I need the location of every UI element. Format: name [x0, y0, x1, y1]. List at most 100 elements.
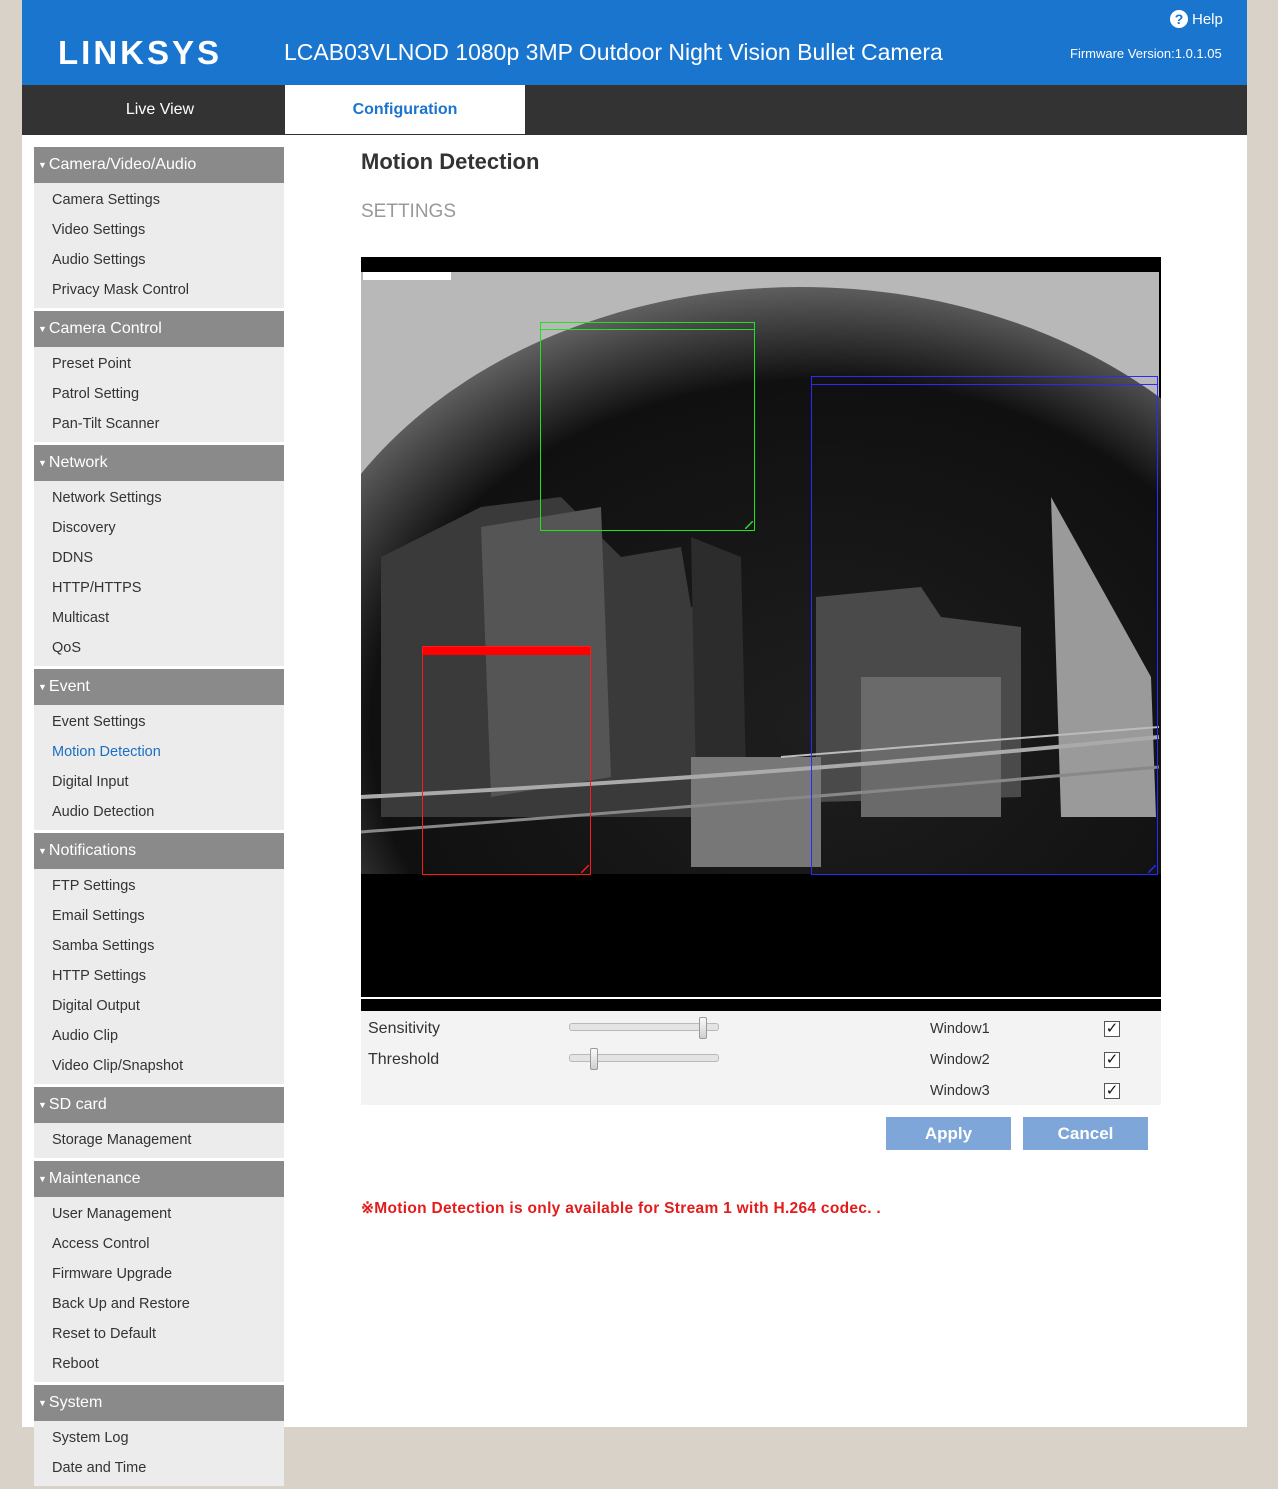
- sidebar-item[interactable]: Digital Input: [34, 767, 284, 797]
- tab-configuration[interactable]: Configuration: [285, 85, 525, 134]
- sidebar-section-title: Camera Control: [48, 320, 162, 337]
- window2-checkbox[interactable]: ✓: [1104, 1052, 1120, 1068]
- threshold-slider[interactable]: [569, 1048, 719, 1070]
- sidebar-section-header[interactable]: ▼ Network: [34, 445, 284, 481]
- section-label: SETTINGS: [361, 201, 457, 222]
- sensitivity-slider-thumb[interactable]: [699, 1017, 707, 1039]
- sidebar: ▼ Camera/Video/Audio Camera Settings Video …: [34, 147, 284, 1489]
- tab-bar: Live View Configuration: [22, 85, 1247, 135]
- sidebar-item[interactable]: Video Clip/Snapshot: [34, 1051, 284, 1081]
- motion-controls-panel: Sensitivity Threshold Window1 Window2 Wi…: [361, 1011, 1161, 1105]
- sensitivity-label: Sensitivity: [368, 1020, 441, 1037]
- sidebar-item[interactable]: Video Settings: [34, 215, 284, 245]
- sidebar-section-title: Network: [48, 454, 108, 471]
- sidebar-item[interactable]: Date and Time: [34, 1453, 284, 1483]
- firmware-version: Firmware Version:1.0.1.05: [1070, 46, 1222, 61]
- sidebar-item[interactable]: Privacy Mask Control: [34, 275, 284, 305]
- sidebar-section-items: System Log Date and Time: [34, 1421, 284, 1486]
- sidebar-section-title: Event: [48, 678, 90, 695]
- sidebar-item[interactable]: Preset Point: [34, 349, 284, 379]
- sidebar-item[interactable]: Storage Management: [34, 1125, 284, 1155]
- caret-down-icon: ▼: [38, 160, 47, 170]
- sidebar-section-items: Event Settings Motion Detection Digital In…: [34, 705, 284, 830]
- threshold-slider-thumb[interactable]: [590, 1048, 598, 1070]
- sidebar-section-title: Camera/Video/Audio: [48, 156, 197, 173]
- sidebar-item[interactable]: Discovery: [34, 513, 284, 543]
- window1-checkbox[interactable]: ✓: [1104, 1021, 1120, 1037]
- motion-window-3[interactable]: [422, 646, 591, 875]
- sidebar-item[interactable]: DDNS: [34, 543, 284, 573]
- sidebar-item[interactable]: System Log: [34, 1423, 284, 1453]
- sidebar-section-header[interactable]: ▼ System: [34, 1385, 284, 1421]
- caret-down-icon: ▼: [38, 1398, 47, 1408]
- sidebar-section-items: User Management Access Control Firmware Up…: [34, 1197, 284, 1382]
- tab-live-view[interactable]: Live View: [40, 85, 280, 134]
- sidebar-item[interactable]: Back Up and Restore: [34, 1289, 284, 1319]
- sidebar-section-items: Preset Point Patrol Setting Pan-Tilt Scann…: [34, 347, 284, 442]
- resize-handle-icon[interactable]: [581, 865, 589, 873]
- sidebar-section-header[interactable]: ▼ Camera/Video/Audio: [34, 147, 284, 183]
- sidebar-section-items: Camera Settings Video Settings Audio Setti…: [34, 183, 284, 308]
- window3-label: Window3: [930, 1083, 990, 1099]
- sidebar-item[interactable]: Samba Settings: [34, 931, 284, 961]
- sidebar-item[interactable]: Audio Settings: [34, 245, 284, 275]
- sidebar-section-header[interactable]: ▼ Event: [34, 669, 284, 705]
- caret-down-icon: ▼: [38, 682, 47, 692]
- sidebar-section-header[interactable]: ▼ Maintenance: [34, 1161, 284, 1197]
- sidebar-item[interactable]: Digital Output: [34, 991, 284, 1021]
- resize-handle-icon[interactable]: [745, 521, 753, 529]
- sidebar-section-title: SD card: [48, 1096, 107, 1113]
- caret-down-icon: ▼: [38, 458, 47, 468]
- app-frame: LINKSYS LCAB03VLNOD 1080p 3MP Outdoor Ni…: [22, 0, 1247, 1486]
- resize-handle-icon[interactable]: [1148, 865, 1156, 873]
- sidebar-item[interactable]: Reset to Default: [34, 1319, 284, 1349]
- motion-window-2[interactable]: [811, 376, 1158, 875]
- help-icon: ?: [1170, 10, 1188, 28]
- motion-window-2-titlebar[interactable]: [812, 384, 1157, 385]
- sidebar-item[interactable]: Audio Clip: [34, 1021, 284, 1051]
- sidebar-section-title: Maintenance: [48, 1170, 141, 1187]
- help-link[interactable]: ? Help: [1170, 10, 1223, 28]
- sidebar-section-header[interactable]: ▼ Notifications: [34, 833, 284, 869]
- sidebar-item[interactable]: Email Settings: [34, 901, 284, 931]
- window1-label: Window1: [930, 1021, 990, 1037]
- sidebar-item[interactable]: HTTP/HTTPS: [34, 573, 284, 603]
- window3-checkbox[interactable]: ✓: [1104, 1083, 1120, 1099]
- motion-window-3-titlebar[interactable]: [423, 647, 590, 655]
- sidebar-item[interactable]: Motion Detection: [34, 737, 284, 767]
- sidebar-item[interactable]: QoS: [34, 633, 284, 663]
- sidebar-item[interactable]: Network Settings: [34, 483, 284, 513]
- sidebar-item[interactable]: User Management: [34, 1199, 284, 1229]
- help-label: Help: [1192, 10, 1223, 28]
- sensitivity-slider[interactable]: [569, 1017, 719, 1039]
- sidebar-item[interactable]: Audio Detection: [34, 797, 284, 827]
- camera-preview[interactable]: [361, 257, 1161, 997]
- sidebar-section-items: Network Settings Discovery DDNS HTTP/HTTPS M…: [34, 481, 284, 666]
- apply-button[interactable]: Apply: [886, 1117, 1011, 1150]
- sidebar-item[interactable]: Pan-Tilt Scanner: [34, 409, 284, 439]
- sidebar-section-header[interactable]: ▼ SD card: [34, 1087, 284, 1123]
- caret-down-icon: ▼: [38, 1174, 47, 1184]
- codec-notice: ※Motion Detection is only available for …: [361, 1200, 882, 1217]
- threshold-label: Threshold: [368, 1051, 440, 1068]
- product-title: LCAB03VLNOD 1080p 3MP Outdoor Night Visi…: [284, 39, 943, 65]
- cancel-button[interactable]: Cancel: [1023, 1117, 1148, 1150]
- page-title: Motion Detection: [361, 149, 540, 174]
- sidebar-section-header[interactable]: ▼ Camera Control: [34, 311, 284, 347]
- sidebar-section-items: FTP Settings Email Settings Samba Settings…: [34, 869, 284, 1084]
- window2-label: Window2: [930, 1052, 990, 1068]
- sidebar-item[interactable]: Access Control: [34, 1229, 284, 1259]
- motion-window-1[interactable]: [540, 322, 755, 531]
- sidebar-item[interactable]: Firmware Upgrade: [34, 1259, 284, 1289]
- sidebar-item[interactable]: Reboot: [34, 1349, 284, 1379]
- sidebar-item[interactable]: FTP Settings: [34, 871, 284, 901]
- video-timestamp: [363, 272, 451, 280]
- sidebar-item[interactable]: Multicast: [34, 603, 284, 633]
- sidebar-item[interactable]: Patrol Setting: [34, 379, 284, 409]
- sidebar-item[interactable]: HTTP Settings: [34, 961, 284, 991]
- sidebar-section-title: System: [48, 1394, 103, 1411]
- sidebar-item[interactable]: Event Settings: [34, 707, 284, 737]
- linksys-logo: LINKSYS: [58, 34, 223, 71]
- sidebar-item[interactable]: Camera Settings: [34, 185, 284, 215]
- motion-window-1-titlebar[interactable]: [541, 329, 754, 330]
